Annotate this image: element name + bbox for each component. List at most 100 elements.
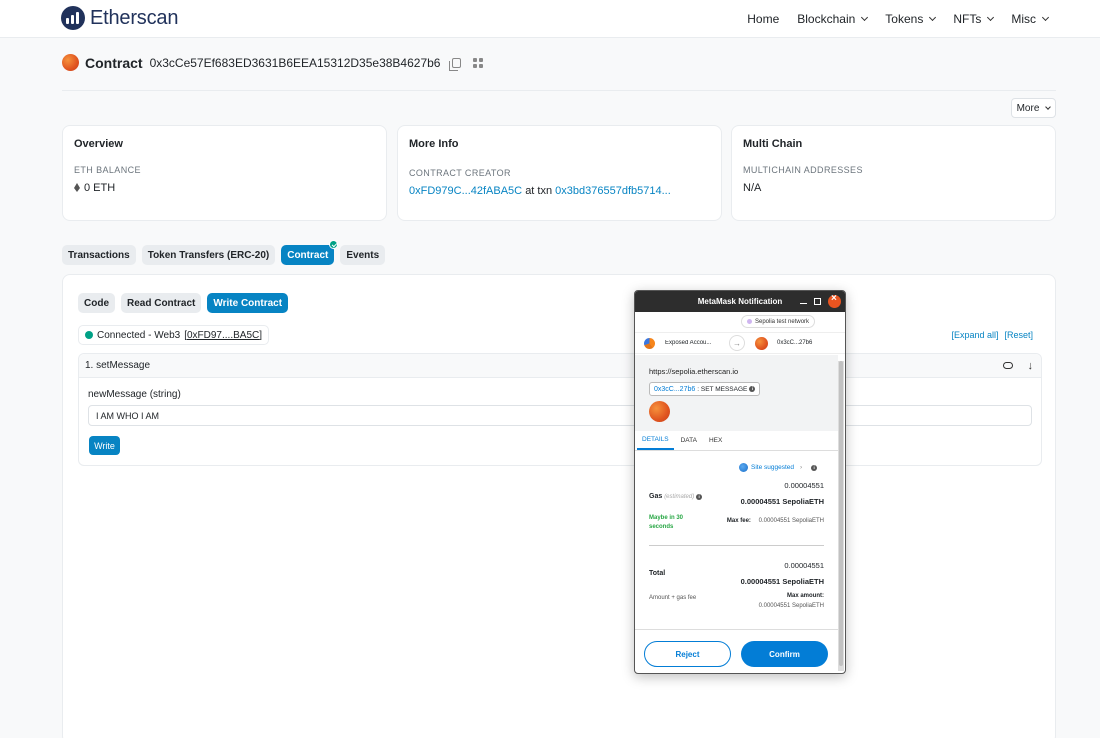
- network-dot-icon: [747, 319, 752, 324]
- metamask-notification-window: MetaMask Notification Sepolia test netwo…: [634, 290, 846, 674]
- chevron-down-icon: [1045, 103, 1052, 110]
- overview-title: Overview: [74, 138, 123, 150]
- gas-value-bold: 0.00004551 SepoliaETH: [740, 497, 824, 506]
- total-value-bold: 0.00004551 SepoliaETH: [740, 577, 824, 586]
- tab-contract-label: Contract: [287, 249, 329, 261]
- scrollbar-thumb[interactable]: [839, 361, 843, 666]
- minimize-icon[interactable]: [800, 299, 807, 304]
- origin-section: https://sepolia.etherscan.io 0x3cC...27b…: [635, 355, 838, 431]
- gas-value: 0.00004551: [784, 481, 824, 490]
- multichain-addresses-value: N/A: [743, 182, 762, 194]
- contract-header: Contract 0x3cCe57Ef683ED3631B6EEA15312D3…: [62, 54, 484, 71]
- method-header[interactable]: 1. setMessage: [79, 354, 1041, 378]
- creator-address-link[interactable]: 0xFD979C...42fABA5C: [409, 185, 522, 197]
- divider: [649, 545, 824, 546]
- network-badge[interactable]: Sepolia test network: [741, 315, 816, 328]
- chevron-right-icon: ›: [800, 464, 803, 471]
- param-label: newMessage (string): [88, 389, 181, 400]
- contract-panel: Code Read Contract Write Contract Connec…: [62, 274, 1056, 738]
- globe-icon: [739, 463, 748, 472]
- arrow-down-icon[interactable]: ↓: [1028, 360, 1034, 372]
- info-icon[interactable]: i: [749, 386, 756, 392]
- etherscan-logo[interactable]: Etherscan: [61, 6, 178, 30]
- contract-avatar-icon: [649, 401, 670, 422]
- etherscan-logo-icon: [61, 6, 85, 30]
- nav-misc-label: Misc: [1011, 12, 1036, 26]
- reject-button[interactable]: Reject: [644, 641, 731, 667]
- max-fee-label: Max fee:: [726, 518, 751, 524]
- multi-chain-title: Multi Chain: [743, 138, 803, 150]
- divider: [635, 629, 838, 630]
- confirm-button[interactable]: Confirm: [741, 641, 828, 667]
- method-set-message: 1. setMessage ↓ newMessage (string) I AM…: [78, 353, 1042, 466]
- nav-nfts[interactable]: NFTs: [953, 12, 995, 26]
- tab-hex[interactable]: HEX: [704, 431, 727, 450]
- nav-home[interactable]: Home: [747, 12, 779, 26]
- reset-link[interactable]: [Reset]: [1004, 330, 1033, 340]
- more-button[interactable]: More: [1011, 98, 1056, 118]
- more-info-title: More Info: [409, 138, 459, 150]
- overview-card: Overview ETH BALANCE 0 ETH: [62, 125, 387, 221]
- expand-controls: [Expand all] [Reset]: [951, 330, 1033, 340]
- tx-tabs: DETAILS DATA HEX: [635, 431, 838, 451]
- chevron-down-icon: [1041, 13, 1050, 22]
- tab-events[interactable]: Events: [340, 245, 386, 265]
- more-button-label: More: [1016, 102, 1040, 114]
- ethereum-icon: [74, 183, 80, 192]
- origin-url: https://sepolia.etherscan.io: [649, 367, 739, 376]
- gas-timing: Maybe in 30 seconds: [649, 515, 684, 530]
- contract-tabs: Transactions Token Transfers (ERC-20) Co…: [62, 240, 386, 265]
- more-info-card: More Info CONTRACT CREATOR 0xFD979C...42…: [397, 125, 722, 221]
- from-account: Exposed Accou...: [665, 340, 712, 346]
- site-suggested[interactable]: Site suggested › i: [739, 463, 818, 472]
- site-suggested-label: Site suggested: [751, 464, 795, 471]
- eth-balance-text: 0 ETH: [84, 182, 116, 194]
- subtab-write-contract[interactable]: Write Contract: [207, 293, 289, 313]
- main-nav: Home Blockchain Tokens NFTs Misc: [747, 12, 1050, 26]
- tab-contract[interactable]: Contract: [281, 240, 339, 265]
- scrollbar[interactable]: [838, 361, 844, 671]
- creation-txn-link[interactable]: 0x3bd376557dfb5714...: [555, 185, 671, 197]
- metamask-titlebar: MetaMask Notification: [635, 291, 845, 312]
- new-message-input[interactable]: I AM WHO I AM: [88, 405, 1032, 426]
- connected-account[interactable]: [0xFD97....BA5C]: [184, 330, 262, 341]
- method-contract-address[interactable]: 0x3cC...27b6: [654, 386, 695, 393]
- at-txn-text: at txn: [525, 185, 553, 197]
- to-account[interactable]: 0x3cC...27b6: [777, 340, 812, 346]
- tab-transactions[interactable]: Transactions: [62, 245, 136, 265]
- arrow-right-icon: →: [729, 335, 745, 351]
- subtab-read-contract[interactable]: Read Contract: [121, 293, 202, 313]
- contract-avatar-icon: [62, 54, 79, 71]
- qr-code-icon[interactable]: [473, 57, 484, 68]
- tab-token-transfers[interactable]: Token Transfers (ERC-20): [141, 245, 276, 265]
- max-amount-label: Max amount:: [786, 593, 824, 599]
- write-button[interactable]: Write: [89, 436, 120, 455]
- nav-tokens[interactable]: Tokens: [885, 12, 937, 26]
- contract-label: Contract: [85, 54, 143, 71]
- info-icon[interactable]: i: [696, 494, 703, 500]
- gas-label-text: Gas: [649, 493, 663, 500]
- window-controls: [800, 293, 841, 308]
- contract-avatar-icon: [755, 336, 768, 350]
- web3-connection-status[interactable]: Connected - Web3 [0xFD97....BA5C]: [78, 325, 270, 345]
- max-fee-value: 0.00004551 SepoliaETH: [758, 518, 824, 524]
- close-icon[interactable]: [828, 293, 841, 308]
- copy-icon[interactable]: [449, 57, 462, 71]
- nav-misc[interactable]: Misc: [1011, 12, 1050, 26]
- network-name: Sepolia test network: [755, 318, 810, 325]
- tab-data[interactable]: DATA: [676, 431, 702, 450]
- info-icon[interactable]: i: [811, 464, 818, 471]
- subtab-code[interactable]: Code: [78, 293, 115, 313]
- connection-text: Connected - Web3: [97, 329, 181, 341]
- link-icon[interactable]: [1003, 362, 1013, 369]
- amount-plus-gas-label: Amount + gas fee: [649, 595, 697, 601]
- tab-details[interactable]: DETAILS: [637, 431, 674, 450]
- maximize-icon[interactable]: [814, 298, 821, 305]
- chevron-down-icon: [987, 13, 995, 22]
- top-navbar: Etherscan Home Blockchain Tokens NFTs Mi…: [0, 0, 1100, 38]
- chevron-down-icon: [861, 13, 869, 22]
- nav-blockchain[interactable]: Blockchain: [797, 12, 869, 26]
- expand-all-link[interactable]: [Expand all]: [951, 330, 998, 340]
- eth-balance-caption: ETH BALANCE: [74, 165, 141, 175]
- chevron-down-icon: [929, 13, 937, 22]
